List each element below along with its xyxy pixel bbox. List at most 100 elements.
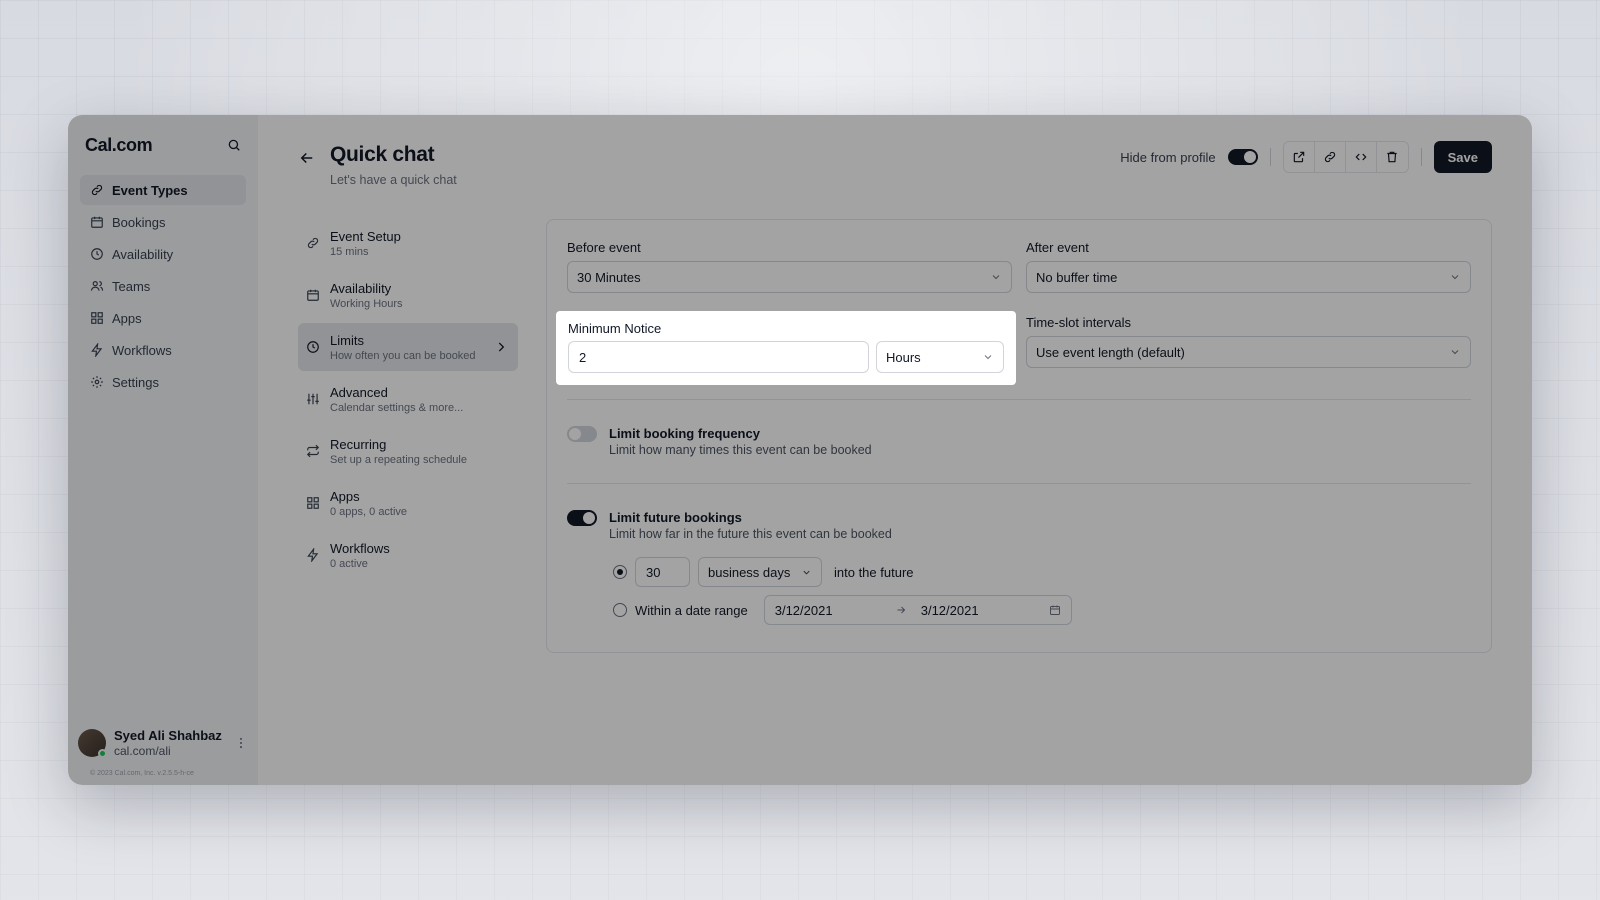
tab-title: Recurring [330,436,387,452]
sidebar-item-label: Bookings [112,214,166,230]
delete-button[interactable] [1376,142,1408,172]
chevron-down-icon [992,275,1000,280]
sidebar-item-availability[interactable]: Availability [80,239,246,269]
days-unit-select[interactable]: business days [698,557,822,587]
minimum-notice-unit-value: Hours [886,349,921,365]
hide-from-profile-label: Hide from profile [1120,149,1216,165]
sidebar-item-bookings[interactable]: Bookings [80,207,246,237]
sliders-icon [307,393,319,405]
tab-apps[interactable]: Apps 0 apps, 0 active [298,479,518,527]
brand-logo: Cal.com [85,134,153,155]
limits-panel: Before event 30 Minutes After event No b… [546,219,1492,653]
sidebar-item-workflows[interactable]: Workflows [80,335,246,365]
time-slot-select[interactable]: Use event length (default) [1026,336,1471,368]
hide-from-profile-toggle[interactable] [1227,149,1258,165]
future-bookings-toggle[interactable] [567,510,597,526]
sidebar-item-label: Settings [112,374,159,390]
tab-limits[interactable]: Limits How often you can be booked [298,323,518,371]
avatar [78,729,107,759]
minimum-notice-unit-select[interactable]: Hours [876,341,1004,373]
tab-subtitle: 0 active [330,557,368,570]
title-block: Quick chat Let's have a quick chat [330,143,457,187]
chevron-down-icon [984,355,992,360]
rolling-days-radio[interactable] [613,565,627,579]
arrow-left-icon[interactable] [298,149,316,167]
date-range-radio[interactable] [613,603,627,617]
tab-title: Availability [330,280,392,296]
repeat-icon [306,444,320,458]
time-slot-label: Time-slot intervals [1026,315,1131,330]
before-event-select[interactable]: 30 Minutes [567,261,1012,293]
date-range-option: Within a date range 3/12/2021 3/12/2021 [613,595,1471,625]
date-range-label: Within a date range [635,602,748,618]
external-link-icon [1293,151,1304,163]
header-actions: Hide from profile Save [1120,141,1492,173]
minimum-notice-input[interactable]: 2 [568,341,869,373]
tab-subtitle: 0 apps, 0 active [330,505,408,518]
future-bookings-title: Limit future bookings [609,510,742,525]
zap-icon [307,548,319,562]
days-input[interactable]: 30 [635,557,690,587]
before-event-label: Before event [567,240,641,255]
chevron-right-icon [498,342,505,352]
sidebar-item-apps[interactable]: Apps [80,303,246,333]
clock-icon [307,341,319,353]
before-event-value: 30 Minutes [577,269,641,285]
after-event-select[interactable]: No buffer time [1026,261,1471,293]
tab-workflows[interactable]: Workflows 0 active [298,531,518,579]
code-icon [1355,153,1367,161]
tab-subtitle: How often you can be booked [330,349,476,362]
rolling-days-option: 30 business days into the future [613,557,1471,587]
sidebar-item-teams[interactable]: Teams [80,271,246,301]
buffer-row: Before event 30 Minutes After event No b… [567,240,1471,293]
embed-button[interactable] [1345,142,1377,172]
divider [1269,148,1271,166]
grid-icon [307,497,319,509]
tab-subtitle: Calendar settings & more... [330,401,464,414]
save-button[interactable]: Save [1433,141,1492,173]
brand-row: Cal.com [80,131,246,155]
link-icon [91,184,103,196]
future-bookings-description: Limit how far in the future this event c… [609,527,892,541]
copyright-text: © 2023 Cal.com, Inc. v.2.5.5-h-ce [90,770,194,777]
sidebar-item-settings[interactable]: Settings [80,367,246,397]
before-event-field: Before event 30 Minutes [567,240,1012,293]
search-icon[interactable] [227,138,241,152]
title-wrap: Quick chat Let's have a quick chat [298,143,457,187]
tab-title: Event Setup [330,228,401,244]
calendar-icon [307,289,319,301]
calendar-icon [1049,605,1060,615]
sidebar-item-event-types[interactable]: Event Types [80,175,246,205]
more-vertical-icon[interactable] [234,736,248,750]
users-icon [90,281,104,291]
chevron-down-icon [803,570,810,575]
booking-frequency-toggle[interactable] [567,426,597,442]
tab-event-setup[interactable]: Event Setup 15 mins [298,219,518,267]
tab-advanced[interactable]: Advanced Calendar settings & more... [298,375,518,423]
preview-button[interactable] [1283,142,1315,172]
tab-availability[interactable]: Availability Working Hours [298,271,518,319]
booking-frequency-title: Limit booking frequency [609,426,760,441]
link-icon [307,237,319,249]
sidebar-nav: Event Types Bookings Availability Teams … [80,175,246,397]
user-menu[interactable]: Syed Ali Shahbaz cal.com/ali [78,728,248,759]
sidebar-item-label: Event Types [112,182,188,198]
tab-title: Limits [330,332,364,348]
after-event-field: After event No buffer time [1026,240,1471,293]
gear-icon [91,376,103,388]
calendar-icon [91,216,103,228]
time-slot-field: Time-slot intervals Use event length (de… [1026,315,1471,373]
sidebar-item-label: Availability [112,246,174,262]
user-info: Syed Ali Shahbaz cal.com/ali [114,728,226,759]
tab-recurring[interactable]: Recurring Set up a repeating schedule [298,427,518,475]
content-area: Event Setup 15 mins Availability Working H… [298,219,1492,653]
sidebar-item-label: Teams [112,278,151,294]
arrow-right-icon [897,606,905,614]
zap-icon [91,343,103,357]
date-range-picker[interactable]: 3/12/2021 3/12/2021 [763,595,1072,625]
tab-title: Workflows [330,540,390,556]
copy-link-button[interactable] [1314,142,1346,172]
divider [1420,148,1422,166]
sidebar: Cal.com Event Types Bookings Availabilit… [68,115,258,785]
sidebar-item-label: Workflows [112,342,172,358]
